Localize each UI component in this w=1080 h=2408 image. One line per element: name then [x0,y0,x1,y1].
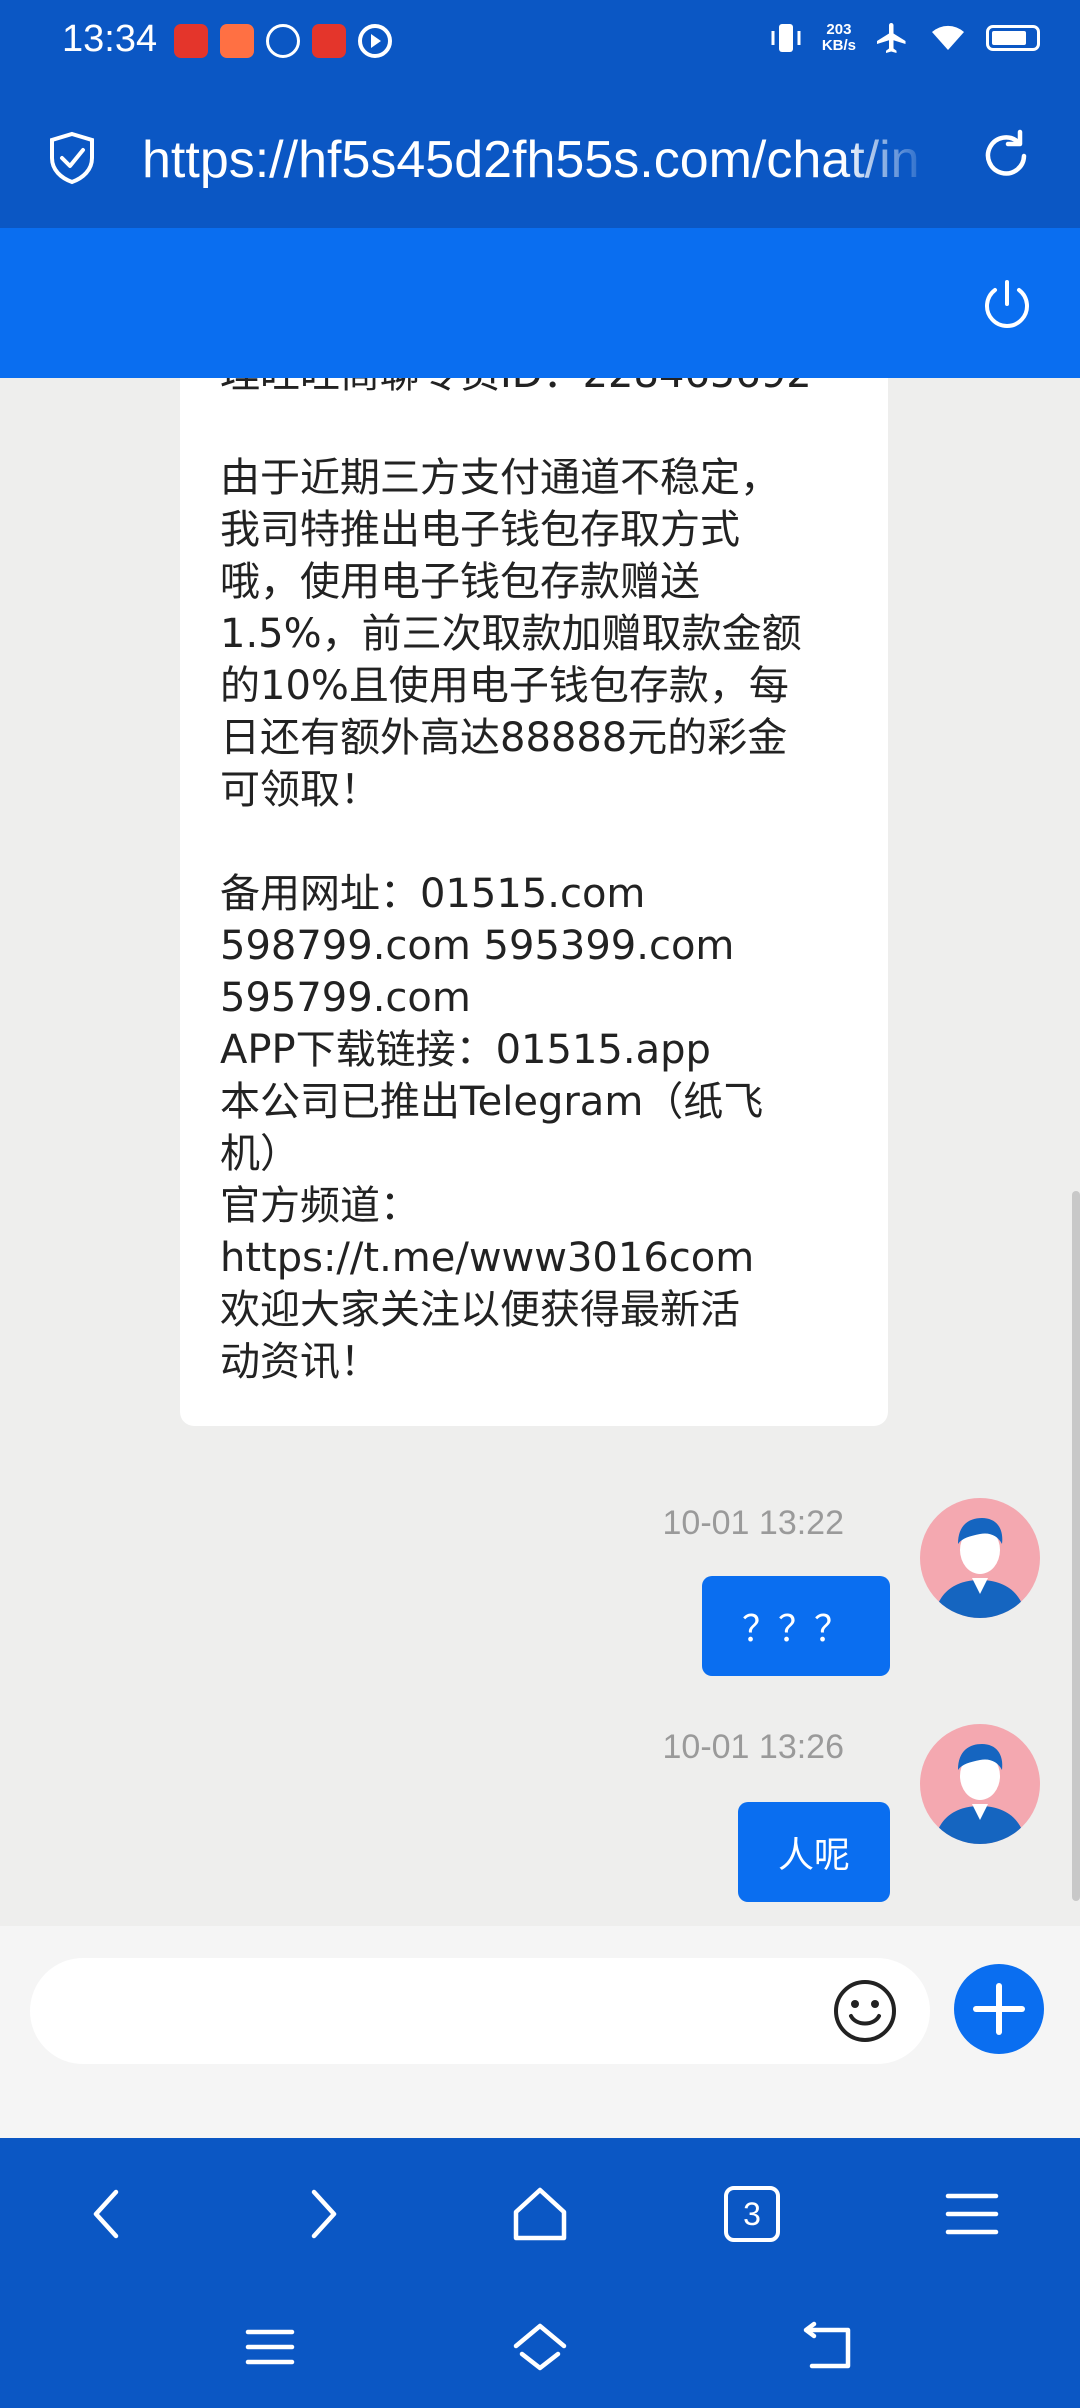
sent-message-bubble: 人呢 [738,1802,890,1902]
browser-nav-bar: 3 [0,2138,1080,2286]
message-timestamp: 10-01 13:22 [662,1504,845,1542]
vibrate-icon [771,24,801,52]
add-button[interactable] [954,1964,1044,2054]
chat-header [0,228,1080,378]
message-text-line: 备用网址：01515.com [220,871,646,917]
received-message-bubble: 理旺旺商聊专员ID：228465692 由于近期三方支付通道不稳定， 我司特推出电子… [180,378,888,1426]
system-nav-bar [0,2286,1080,2408]
home-icon[interactable] [508,2182,572,2246]
net-speed-unit: KB/s [821,37,856,54]
battery-icon [986,25,1040,51]
message-text-line: https://t.me/www3016com [220,1235,755,1281]
app-icon [174,24,208,58]
message-text-line: 动资讯！ [220,1339,380,1385]
security-shield-icon[interactable] [44,130,100,186]
back-icon[interactable] [76,2182,140,2246]
emoji-icon[interactable] [832,1978,898,2044]
app-icon [312,24,346,58]
status-time: 13:34 [62,18,158,60]
message-input[interactable] [30,1958,930,2064]
url-value: https://hf5s45d2fh55s.com/chat/in [142,131,920,189]
reload-icon[interactable] [976,126,1036,186]
wifi-icon [932,25,964,50]
message-text-line: 我司特推出电子钱包存取方式 [220,507,740,553]
network-speed: 203 KB/s [822,22,856,54]
status-bar: 13:34 203 KB/s [0,0,1080,84]
system-home-icon[interactable] [510,2320,570,2374]
play-icon [358,24,392,58]
url-bar: https://hf5s45d2fh55s.com/chat/in [0,84,1080,228]
message-text-line: 595799.com [220,975,471,1021]
message-text-line: 哦，使用电子钱包存款赠送 [220,559,700,605]
user-avatar-icon [934,1744,1026,1844]
message-text-line: 理旺旺商聊专员ID：228465692 [220,378,812,400]
tabs-button[interactable]: 3 [724,2186,780,2242]
scrollbar[interactable] [1072,1191,1080,1901]
app-icon [220,24,254,58]
app-icon [266,24,300,58]
message-text-line: 欢迎大家关注以便获得最新活 [220,1287,740,1333]
forward-icon[interactable] [290,2182,354,2246]
power-icon[interactable] [976,274,1038,336]
system-icons: 203 KB/s [768,20,1040,56]
airplane-icon [877,23,906,53]
message-text-line: 日还有额外高达88888元的彩金 [220,715,788,761]
avatar[interactable] [920,1498,1040,1618]
avatar[interactable] [920,1724,1040,1844]
message-text-line: 机） [220,1131,300,1177]
message-text-line: 1.5%，前三次取款加赠取款金额 [220,611,802,657]
notification-icons [174,24,392,58]
net-speed-value: 203 [826,21,852,38]
message-text-line: 598799.com 595399.com [220,923,735,969]
recent-apps-icon[interactable] [240,2320,300,2374]
tab-count: 3 [743,2195,761,2232]
url-text[interactable]: https://hf5s45d2fh55s.com/chat/in [142,128,932,192]
message-timestamp: 10-01 13:26 [662,1728,845,1766]
menu-icon[interactable] [940,2182,1004,2246]
sent-message-text: 人呢 [777,1835,850,1876]
message-text-line: 可领取！ [220,767,380,813]
message-text-line: APP下载链接：01515.app [220,1027,711,1073]
sent-message-text: ？？？ [741,1609,850,1650]
message-text-line: 本公司已推出Telegram（纸飞 [220,1079,764,1125]
plus-icon [973,1983,1025,2035]
user-avatar-icon [934,1518,1026,1618]
sent-message-bubble: ？？？ [702,1576,890,1676]
message-text-line: 由于近期三方支付通道不稳定， [220,455,780,501]
message-text-line: 官方频道： [220,1183,420,1229]
chat-area[interactable]: 理旺旺商聊专员ID：228465692 由于近期三方支付通道不稳定， 我司特推出电子… [0,378,1080,1926]
message-text-line: 的10%且使用电子钱包存款，每 [220,663,789,709]
input-bar [0,1926,1080,2138]
system-back-icon[interactable] [798,2320,858,2374]
